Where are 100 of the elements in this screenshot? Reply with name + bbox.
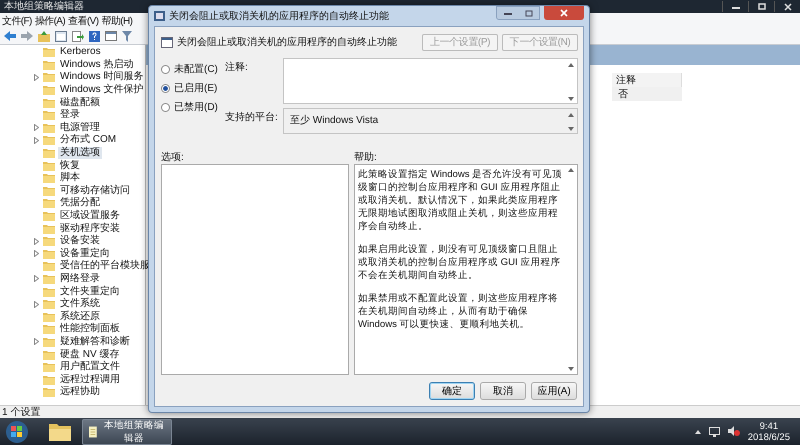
maximize-icon[interactable] bbox=[524, 10, 532, 16]
scroll-down-icon[interactable] bbox=[568, 367, 574, 371]
folder-up-icon[interactable] bbox=[38, 30, 50, 42]
console-tree-icon[interactable] bbox=[55, 30, 67, 42]
tree-item[interactable]: Kerberos bbox=[58, 46, 103, 58]
tree-item[interactable]: 网络登录 bbox=[58, 272, 102, 285]
radio-label[interactable]: 未配置(C) bbox=[174, 62, 218, 76]
tree-item[interactable]: 文件系统 bbox=[58, 298, 102, 310]
folder-icon bbox=[43, 135, 55, 146]
scroll-down-icon[interactable] bbox=[568, 97, 574, 101]
expand-arrow-icon[interactable] bbox=[34, 124, 39, 132]
folder-icon bbox=[43, 72, 55, 82]
tree-item[interactable]: 磁盘配额 bbox=[58, 96, 102, 109]
start-button[interactable] bbox=[4, 420, 30, 444]
minimize-icon[interactable] bbox=[504, 11, 512, 15]
column-header[interactable]: 注释 bbox=[612, 73, 682, 87]
close-button[interactable] bbox=[544, 6, 584, 20]
tree-item[interactable]: 关机选项 bbox=[58, 147, 102, 160]
expand-arrow-icon[interactable] bbox=[34, 136, 39, 144]
radio-button[interactable] bbox=[161, 102, 170, 112]
expand-arrow-icon[interactable] bbox=[34, 238, 39, 245]
tree-item[interactable]: 登录 bbox=[58, 109, 82, 122]
radio-option[interactable]: 已禁用(D) bbox=[161, 100, 223, 114]
folder-icon bbox=[43, 374, 55, 385]
tree-item[interactable]: 文件夹重定向 bbox=[58, 286, 122, 298]
dialog-title: 关闭会阻止或取消关机的应用程序的自动终止功能 bbox=[169, 10, 390, 23]
help-icon[interactable] bbox=[89, 30, 100, 42]
status-text: 1 个设置 bbox=[2, 406, 40, 419]
folder-icon bbox=[43, 198, 55, 208]
folder-icon[interactable] bbox=[48, 422, 72, 442]
scroll-up-icon[interactable] bbox=[568, 168, 574, 172]
radio-button[interactable] bbox=[161, 84, 170, 92]
taskbar-button[interactable]: 本地组策略编辑器 bbox=[82, 418, 172, 444]
comment-field[interactable] bbox=[283, 58, 578, 104]
expand-arrow-icon[interactable] bbox=[34, 275, 39, 282]
scroll-up-icon[interactable] bbox=[568, 113, 574, 117]
tree-item[interactable]: 性能控制面板 bbox=[58, 323, 122, 336]
tree-item[interactable]: 设备重定向 bbox=[58, 248, 112, 260]
folder-icon bbox=[43, 236, 55, 246]
tree-item[interactable]: 硬盘 NV 缓存 bbox=[58, 348, 122, 361]
dialog-button[interactable]: 应用(A) bbox=[531, 382, 577, 400]
scroll-up-icon[interactable] bbox=[568, 63, 574, 67]
tree-item[interactable]: 凭据分配 bbox=[58, 197, 102, 210]
dialog-button[interactable]: 取消 bbox=[480, 382, 526, 400]
folder-icon bbox=[43, 224, 55, 234]
tree-item[interactable]: 可移动存储访问 bbox=[58, 184, 132, 197]
expand-arrow-icon[interactable] bbox=[34, 250, 39, 258]
table-cell: 否 bbox=[612, 87, 682, 101]
dialog-button[interactable]: 确定 bbox=[429, 382, 475, 400]
expand-arrow-icon[interactable] bbox=[34, 74, 39, 81]
tree-item[interactable]: Windows 时间服务 bbox=[58, 71, 146, 84]
radio-label[interactable]: 已禁用(D) bbox=[174, 100, 218, 114]
tree-item[interactable]: 分布式 COM bbox=[58, 134, 118, 146]
radio-option[interactable]: 未配置(C) bbox=[161, 62, 223, 76]
folder-icon bbox=[43, 286, 55, 297]
close-icon[interactable] bbox=[784, 2, 792, 10]
menu-item[interactable]: 文件(F) bbox=[2, 14, 32, 28]
folder-icon bbox=[43, 350, 55, 360]
tree-item[interactable]: 系统还原 bbox=[58, 310, 102, 323]
document-icon[interactable] bbox=[89, 424, 97, 438]
policy-icon bbox=[154, 11, 165, 21]
folder-icon bbox=[43, 47, 55, 58]
tree-item[interactable]: 脚本 bbox=[58, 172, 82, 184]
scroll-down-icon[interactable] bbox=[568, 127, 574, 131]
help-paragraph: 此策略设置指定 Windows 是否允许没有可见顶级窗口的控制台应用程序和 GUI 应用程序阻止或取消关机。默认情况下，如果此类应用程序无限期地试图取消或阻止关机，则这些应用程序会自动终止。 bbox=[358, 168, 564, 233]
expand-arrow-icon[interactable] bbox=[34, 338, 39, 346]
minimize-icon[interactable] bbox=[732, 4, 740, 8]
folder-icon bbox=[43, 299, 55, 310]
folder-icon bbox=[43, 387, 55, 398]
export-icon[interactable] bbox=[72, 30, 84, 42]
filter-icon[interactable] bbox=[122, 30, 132, 42]
back-arrow-icon[interactable] bbox=[4, 31, 16, 41]
clock-time[interactable]: 9:41 bbox=[760, 420, 778, 432]
clock-date[interactable]: 2018/6/25 bbox=[748, 432, 790, 442]
folder-icon bbox=[43, 160, 55, 171]
tray-arrow-icon[interactable] bbox=[694, 430, 701, 434]
tree-item[interactable]: 用户配置文件 bbox=[58, 361, 122, 374]
folder-icon bbox=[43, 274, 55, 284]
radio-button[interactable] bbox=[161, 64, 170, 74]
tree-item[interactable]: 疑难解答和诊断 bbox=[58, 336, 132, 348]
radio-option[interactable]: 已启用(E) bbox=[161, 81, 223, 95]
menu-item[interactable]: 查看(V) bbox=[68, 14, 98, 28]
menu-item[interactable]: 帮助(H) bbox=[101, 14, 132, 28]
tree-item[interactable]: 驱动程序安装 bbox=[58, 222, 122, 235]
tree-item[interactable]: 区域设置服务 bbox=[58, 210, 122, 222]
network-icon[interactable] bbox=[708, 426, 720, 436]
tree-item[interactable]: 设备安装 bbox=[58, 235, 102, 248]
tree-item[interactable]: Windows 热启动 bbox=[58, 58, 136, 71]
window-icon[interactable] bbox=[105, 31, 117, 41]
tree-item[interactable]: 远程过程调用 bbox=[58, 374, 122, 386]
options-label: 选项: bbox=[161, 150, 185, 164]
radio-label[interactable]: 已启用(E) bbox=[174, 81, 218, 95]
forward-arrow-icon[interactable] bbox=[21, 31, 33, 41]
tree-item[interactable]: 电源管理 bbox=[58, 122, 102, 134]
tree-item[interactable]: 恢复 bbox=[58, 160, 82, 172]
muted-speaker-icon[interactable] bbox=[728, 426, 740, 437]
expand-arrow-icon[interactable] bbox=[34, 300, 39, 308]
menu-item[interactable]: 操作(A) bbox=[34, 14, 66, 28]
tree-item[interactable]: Windows 文件保护 bbox=[58, 84, 146, 96]
tree-item[interactable]: 远程协助 bbox=[58, 386, 102, 398]
